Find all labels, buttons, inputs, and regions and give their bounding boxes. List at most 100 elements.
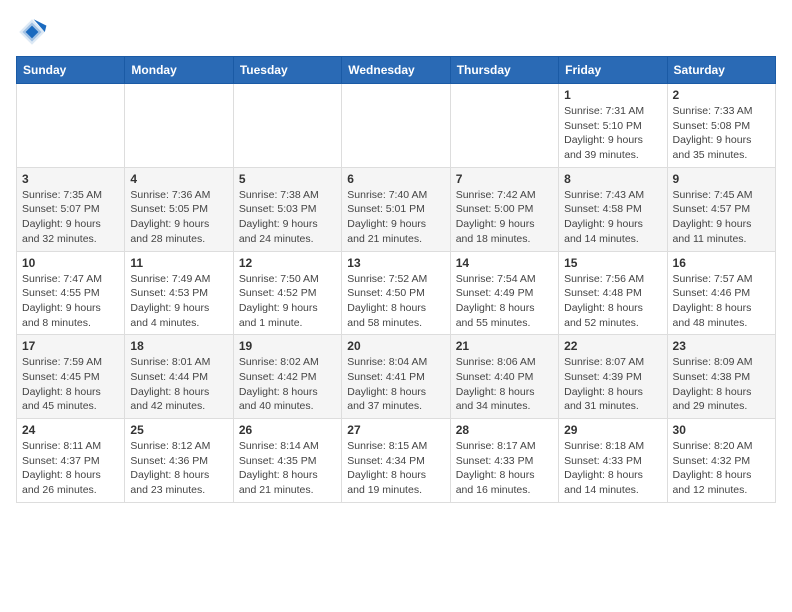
calendar-cell: 20 Sunrise: 8:04 AM Sunset: 4:41 PM Dayli… — [342, 335, 450, 419]
calendar-cell: 21 Sunrise: 8:06 AM Sunset: 4:40 PM Dayli… — [450, 335, 558, 419]
day-info: Sunrise: 7:47 AM Sunset: 4:55 PM Dayligh… — [22, 272, 119, 331]
calendar-week-row: 10 Sunrise: 7:47 AM Sunset: 4:55 PM Dayli… — [17, 251, 776, 335]
calendar-cell: 25Sunrise: 8:12 AM Sunset: 4:36 PM Dayli… — [125, 419, 233, 503]
day-number: 19 — [239, 339, 336, 353]
day-number: 15 — [564, 256, 661, 270]
day-info: Sunrise: 8:02 AM Sunset: 4:42 PM Dayligh… — [239, 355, 336, 414]
col-header-tuesday: Tuesday — [233, 57, 341, 84]
logo-icon — [16, 16, 48, 48]
col-header-thursday: Thursday — [450, 57, 558, 84]
calendar-cell: 17 Sunrise: 7:59 AM Sunset: 4:45 PM Dayli… — [17, 335, 125, 419]
day-number: 21 — [456, 339, 553, 353]
day-info: Sunrise: 8:15 AM Sunset: 4:34 PM Dayligh… — [347, 439, 444, 498]
day-number: 6 — [347, 172, 444, 186]
calendar-cell: 24 Sunrise: 8:11 AM Sunset: 4:37 PM Dayli… — [17, 419, 125, 503]
calendar-cell: 6 Sunrise: 7:40 AM Sunset: 5:01 PM Daylig… — [342, 167, 450, 251]
calendar-cell — [450, 84, 558, 168]
col-header-saturday: Saturday — [667, 57, 775, 84]
day-number: 10 — [22, 256, 119, 270]
day-number: 22 — [564, 339, 661, 353]
day-info: Sunrise: 7:57 AM Sunset: 4:46 PM Dayligh… — [673, 272, 770, 331]
day-info: Sunrise: 8:07 AM Sunset: 4:39 PM Dayligh… — [564, 355, 661, 414]
day-info: Sunrise: 7:52 AM Sunset: 4:50 PM Dayligh… — [347, 272, 444, 331]
day-number: 17 — [22, 339, 119, 353]
day-info: Sunrise: 8:14 AM Sunset: 4:35 PM Dayligh… — [239, 439, 336, 498]
day-number: 13 — [347, 256, 444, 270]
calendar-cell: 29 Sunrise: 8:18 AM Sunset: 4:33 PM Dayli… — [559, 419, 667, 503]
day-number: 2 — [673, 88, 770, 102]
day-number: 27 — [347, 423, 444, 437]
day-info: Sunrise: 8:18 AM Sunset: 4:33 PM Dayligh… — [564, 439, 661, 498]
calendar-cell: 15Sunrise: 7:56 AM Sunset: 4:48 PM Dayli… — [559, 251, 667, 335]
col-header-wednesday: Wednesday — [342, 57, 450, 84]
calendar-cell: 19 Sunrise: 8:02 AM Sunset: 4:42 PM Dayli… — [233, 335, 341, 419]
day-info: Sunrise: 8:01 AM Sunset: 4:44 PM Dayligh… — [130, 355, 227, 414]
day-info: Sunrise: 7:33 AM Sunset: 5:08 PM Dayligh… — [673, 104, 770, 163]
day-info: Sunrise: 7:43 AM Sunset: 4:58 PM Dayligh… — [564, 188, 661, 247]
day-info: Sunrise: 7:45 AM Sunset: 4:57 PM Dayligh… — [673, 188, 770, 247]
day-number: 28 — [456, 423, 553, 437]
day-info: Sunrise: 8:04 AM Sunset: 4:41 PM Dayligh… — [347, 355, 444, 414]
col-header-sunday: Sunday — [17, 57, 125, 84]
day-number: 8 — [564, 172, 661, 186]
calendar-cell: 7 Sunrise: 7:42 AM Sunset: 5:00 PM Daylig… — [450, 167, 558, 251]
day-info: Sunrise: 7:35 AM Sunset: 5:07 PM Dayligh… — [22, 188, 119, 247]
calendar-header-row: SundayMondayTuesdayWednesdayThursdayFrid… — [17, 57, 776, 84]
page-header — [16, 16, 776, 48]
day-number: 20 — [347, 339, 444, 353]
calendar-cell: 22 Sunrise: 8:07 AM Sunset: 4:39 PM Dayli… — [559, 335, 667, 419]
calendar-cell — [17, 84, 125, 168]
day-info: Sunrise: 7:31 AM Sunset: 5:10 PM Dayligh… — [564, 104, 661, 163]
day-info: Sunrise: 8:17 AM Sunset: 4:33 PM Dayligh… — [456, 439, 553, 498]
calendar-week-row: 1Sunrise: 7:31 AM Sunset: 5:10 PM Daylig… — [17, 84, 776, 168]
day-info: Sunrise: 7:50 AM Sunset: 4:52 PM Dayligh… — [239, 272, 336, 331]
day-number: 29 — [564, 423, 661, 437]
day-info: Sunrise: 7:40 AM Sunset: 5:01 PM Dayligh… — [347, 188, 444, 247]
col-header-friday: Friday — [559, 57, 667, 84]
col-header-monday: Monday — [125, 57, 233, 84]
calendar-cell — [125, 84, 233, 168]
day-number: 4 — [130, 172, 227, 186]
day-info: Sunrise: 8:11 AM Sunset: 4:37 PM Dayligh… — [22, 439, 119, 498]
day-info: Sunrise: 8:20 AM Sunset: 4:32 PM Dayligh… — [673, 439, 770, 498]
logo — [16, 16, 52, 48]
calendar-cell: 10 Sunrise: 7:47 AM Sunset: 4:55 PM Dayli… — [17, 251, 125, 335]
calendar-cell: 12 Sunrise: 7:50 AM Sunset: 4:52 PM Dayli… — [233, 251, 341, 335]
day-info: Sunrise: 7:42 AM Sunset: 5:00 PM Dayligh… — [456, 188, 553, 247]
day-number: 9 — [673, 172, 770, 186]
calendar-table: SundayMondayTuesdayWednesdayThursdayFrid… — [16, 56, 776, 503]
day-number: 23 — [673, 339, 770, 353]
calendar-cell: 5 Sunrise: 7:38 AM Sunset: 5:03 PM Daylig… — [233, 167, 341, 251]
calendar-cell: 27 Sunrise: 8:15 AM Sunset: 4:34 PM Dayli… — [342, 419, 450, 503]
calendar-week-row: 24 Sunrise: 8:11 AM Sunset: 4:37 PM Dayli… — [17, 419, 776, 503]
day-number: 18 — [130, 339, 227, 353]
calendar-cell: 1Sunrise: 7:31 AM Sunset: 5:10 PM Daylig… — [559, 84, 667, 168]
day-number: 3 — [22, 172, 119, 186]
day-number: 7 — [456, 172, 553, 186]
calendar-cell: 4 Sunrise: 7:36 AM Sunset: 5:05 PM Daylig… — [125, 167, 233, 251]
day-number: 5 — [239, 172, 336, 186]
calendar-cell: 23 Sunrise: 8:09 AM Sunset: 4:38 PM Dayli… — [667, 335, 775, 419]
day-number: 24 — [22, 423, 119, 437]
day-info: Sunrise: 8:09 AM Sunset: 4:38 PM Dayligh… — [673, 355, 770, 414]
calendar-cell — [233, 84, 341, 168]
day-number: 12 — [239, 256, 336, 270]
calendar-cell: 9 Sunrise: 7:45 AM Sunset: 4:57 PM Daylig… — [667, 167, 775, 251]
day-info: Sunrise: 7:36 AM Sunset: 5:05 PM Dayligh… — [130, 188, 227, 247]
calendar-week-row: 3 Sunrise: 7:35 AM Sunset: 5:07 PM Daylig… — [17, 167, 776, 251]
day-info: Sunrise: 7:38 AM Sunset: 5:03 PM Dayligh… — [239, 188, 336, 247]
calendar-cell: 26Sunrise: 8:14 AM Sunset: 4:35 PM Dayli… — [233, 419, 341, 503]
calendar-cell: 8 Sunrise: 7:43 AM Sunset: 4:58 PM Daylig… — [559, 167, 667, 251]
day-info: Sunrise: 8:06 AM Sunset: 4:40 PM Dayligh… — [456, 355, 553, 414]
day-info: Sunrise: 7:59 AM Sunset: 4:45 PM Dayligh… — [22, 355, 119, 414]
calendar-cell: 28 Sunrise: 8:17 AM Sunset: 4:33 PM Dayli… — [450, 419, 558, 503]
calendar-cell: 3 Sunrise: 7:35 AM Sunset: 5:07 PM Daylig… — [17, 167, 125, 251]
day-number: 11 — [130, 256, 227, 270]
calendar-cell — [342, 84, 450, 168]
calendar-cell: 14Sunrise: 7:54 AM Sunset: 4:49 PM Dayli… — [450, 251, 558, 335]
day-number: 14 — [456, 256, 553, 270]
calendar-cell: 13 Sunrise: 7:52 AM Sunset: 4:50 PM Dayli… — [342, 251, 450, 335]
calendar-cell: 30 Sunrise: 8:20 AM Sunset: 4:32 PM Dayli… — [667, 419, 775, 503]
day-number: 30 — [673, 423, 770, 437]
calendar-cell: 16Sunrise: 7:57 AM Sunset: 4:46 PM Dayli… — [667, 251, 775, 335]
